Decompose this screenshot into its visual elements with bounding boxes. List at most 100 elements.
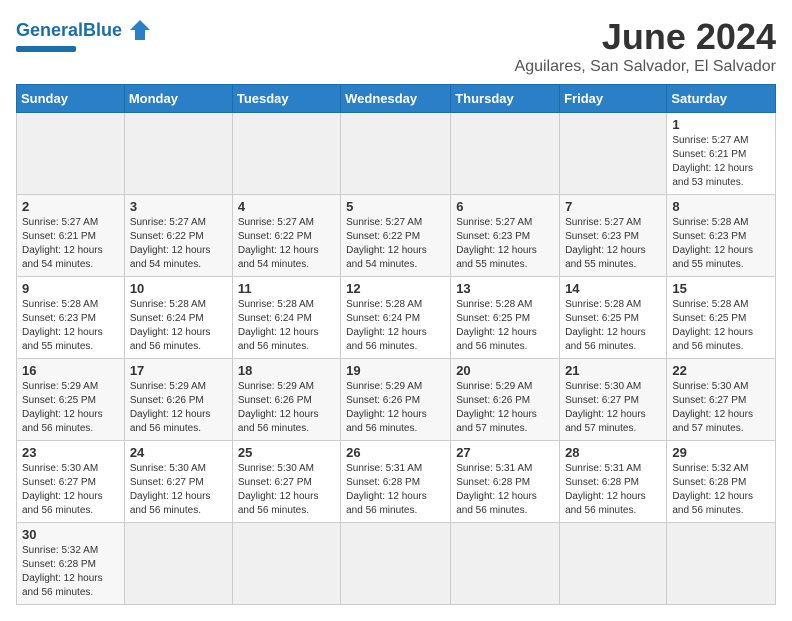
day-number: 26 [346,445,445,460]
calendar-container: GeneralBlue June 2024 Aguilares, San Sal… [0,0,792,621]
day-cell: 14Sunrise: 5:28 AM Sunset: 6:25 PM Dayli… [560,277,667,359]
day-cell: 16Sunrise: 5:29 AM Sunset: 6:25 PM Dayli… [17,359,125,441]
day-cell: 18 Sunrise: 5:29 AM Sunset: 6:26 PM Dayli… [232,359,340,441]
day-info: Sunrise: 5:28 AM Sunset: 6:24 PM Dayligh… [238,298,335,354]
day-cell: 23Sunrise: 5:30 AM Sunset: 6:27 PM Dayli… [17,441,125,523]
day-cell [124,523,232,605]
day-number: 19 [346,363,445,378]
logo-blue-bar [16,46,76,52]
column-header-monday: Monday [124,85,232,113]
day-number: 11 [238,281,335,296]
day-number: 21 [565,363,661,378]
header: GeneralBlue June 2024 Aguilares, San Sal… [16,16,776,76]
day-cell: 11 Sunrise: 5:28 AM Sunset: 6:24 PM Dayli… [232,277,340,359]
day-info: Sunrise: 5:30 AM Sunset: 6:27 PM Dayligh… [130,462,227,518]
day-cell: 6Sunrise: 5:27 AM Sunset: 6:23 PM Daylig… [451,195,560,277]
day-info: Sunrise: 5:29 AM Sunset: 6:26 PM Dayligh… [456,380,554,436]
day-info: Sunrise: 5:29 AM Sunset: 6:26 PM Dayligh… [346,380,445,436]
day-cell [124,113,232,195]
day-cell: 21Sunrise: 5:30 AM Sunset: 6:27 PM Dayli… [560,359,667,441]
subtitle: Aguilares, San Salvador, El Salvador [515,58,776,76]
day-info: Sunrise: 5:30 AM Sunset: 6:27 PM Dayligh… [238,462,335,518]
day-cell: 27 Sunrise: 5:31 AM Sunset: 6:28 PM Dayli… [451,441,560,523]
day-number: 15 [672,281,770,296]
week-row-2: 9Sunrise: 5:28 AM Sunset: 6:23 PM Daylig… [17,277,776,359]
day-info: Sunrise: 5:27 AM Sunset: 6:23 PM Dayligh… [565,216,661,272]
day-number: 22 [672,363,770,378]
day-cell: 26 Sunrise: 5:31 AM Sunset: 6:28 PM Dayli… [341,441,451,523]
day-number: 7 [565,199,661,214]
column-header-friday: Friday [560,85,667,113]
day-cell: 12Sunrise: 5:28 AM Sunset: 6:24 PM Dayli… [341,277,451,359]
calendar-table: SundayMondayTuesdayWednesdayThursdayFrid… [16,84,776,605]
day-cell [232,523,340,605]
day-number: 9 [22,281,119,296]
day-number: 1 [672,117,770,132]
day-number: 6 [456,199,554,214]
day-cell [451,523,560,605]
day-number: 13 [456,281,554,296]
title-block: June 2024 Aguilares, San Salvador, El Sa… [515,16,776,76]
day-number: 10 [130,281,227,296]
day-info: Sunrise: 5:31 AM Sunset: 6:28 PM Dayligh… [346,462,445,518]
day-cell: 10 Sunrise: 5:28 AM Sunset: 6:24 PM Dayli… [124,277,232,359]
day-info: Sunrise: 5:32 AM Sunset: 6:28 PM Dayligh… [22,544,119,600]
day-info: Sunrise: 5:30 AM Sunset: 6:27 PM Dayligh… [22,462,119,518]
day-number: 27 [456,445,554,460]
day-info: Sunrise: 5:27 AM Sunset: 6:21 PM Dayligh… [22,216,119,272]
header-row: SundayMondayTuesdayWednesdayThursdayFrid… [17,85,776,113]
day-info: Sunrise: 5:28 AM Sunset: 6:24 PM Dayligh… [346,298,445,354]
day-cell: 7 Sunrise: 5:27 AM Sunset: 6:23 PM Daylig… [560,195,667,277]
day-cell [341,113,451,195]
day-cell: 22 Sunrise: 5:30 AM Sunset: 6:27 PM Dayli… [667,359,776,441]
day-cell [451,113,560,195]
day-cell [560,113,667,195]
day-number: 24 [130,445,227,460]
day-cell [232,113,340,195]
day-number: 5 [346,199,445,214]
day-info: Sunrise: 5:32 AM Sunset: 6:28 PM Dayligh… [672,462,770,518]
day-cell [17,113,125,195]
day-cell: 29Sunrise: 5:32 AM Sunset: 6:28 PM Dayli… [667,441,776,523]
day-number: 8 [672,199,770,214]
day-number: 17 [130,363,227,378]
day-cell: 15 Sunrise: 5:28 AM Sunset: 6:25 PM Dayli… [667,277,776,359]
day-info: Sunrise: 5:27 AM Sunset: 6:22 PM Dayligh… [346,216,445,272]
day-cell [560,523,667,605]
day-number: 3 [130,199,227,214]
day-number: 2 [22,199,119,214]
day-info: Sunrise: 5:29 AM Sunset: 6:26 PM Dayligh… [238,380,335,436]
day-cell: 13 Sunrise: 5:28 AM Sunset: 6:25 PM Dayli… [451,277,560,359]
day-cell: 2 Sunrise: 5:27 AM Sunset: 6:21 PM Daylig… [17,195,125,277]
day-cell: 28Sunrise: 5:31 AM Sunset: 6:28 PM Dayli… [560,441,667,523]
day-info: Sunrise: 5:29 AM Sunset: 6:26 PM Dayligh… [130,380,227,436]
week-row-4: 23Sunrise: 5:30 AM Sunset: 6:27 PM Dayli… [17,441,776,523]
day-cell: 9Sunrise: 5:28 AM Sunset: 6:23 PM Daylig… [17,277,125,359]
column-header-sunday: Sunday [17,85,125,113]
logo-blue: Blue [83,20,122,40]
day-cell [341,523,451,605]
day-info: Sunrise: 5:30 AM Sunset: 6:27 PM Dayligh… [672,380,770,436]
day-cell: 20 Sunrise: 5:29 AM Sunset: 6:26 PM Dayli… [451,359,560,441]
week-row-1: 2 Sunrise: 5:27 AM Sunset: 6:21 PM Daylig… [17,195,776,277]
day-cell: 24 Sunrise: 5:30 AM Sunset: 6:27 PM Dayli… [124,441,232,523]
day-number: 28 [565,445,661,460]
day-info: Sunrise: 5:27 AM Sunset: 6:21 PM Dayligh… [672,134,770,190]
day-number: 20 [456,363,554,378]
day-number: 4 [238,199,335,214]
day-info: Sunrise: 5:28 AM Sunset: 6:24 PM Dayligh… [130,298,227,354]
month-title: June 2024 [515,16,776,58]
logo-icon [126,16,154,44]
logo: GeneralBlue [16,16,154,52]
day-info: Sunrise: 5:28 AM Sunset: 6:25 PM Dayligh… [672,298,770,354]
day-cell: 8Sunrise: 5:28 AM Sunset: 6:23 PM Daylig… [667,195,776,277]
day-info: Sunrise: 5:28 AM Sunset: 6:25 PM Dayligh… [456,298,554,354]
week-row-3: 16Sunrise: 5:29 AM Sunset: 6:25 PM Dayli… [17,359,776,441]
day-cell: 30 Sunrise: 5:32 AM Sunset: 6:28 PM Dayli… [17,523,125,605]
logo-text: GeneralBlue [16,20,122,41]
day-cell [667,523,776,605]
day-number: 18 [238,363,335,378]
day-cell: 4Sunrise: 5:27 AM Sunset: 6:22 PM Daylig… [232,195,340,277]
day-info: Sunrise: 5:31 AM Sunset: 6:28 PM Dayligh… [456,462,554,518]
day-number: 30 [22,527,119,542]
